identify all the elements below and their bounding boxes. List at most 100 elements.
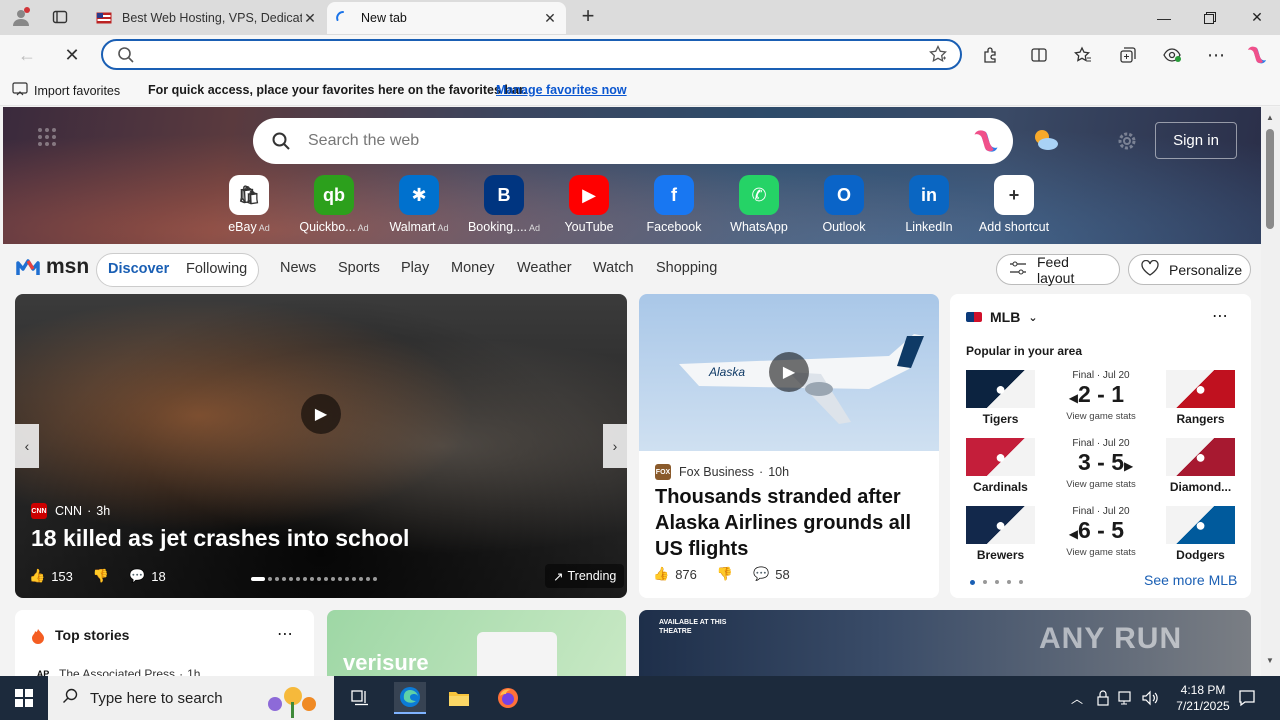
nav-watch[interactable]: Watch — [593, 260, 634, 276]
shortcut-tile[interactable]: qb Quickbo... Ad — [289, 175, 379, 234]
msn-logo[interactable]: msn — [16, 255, 89, 279]
game-row[interactable]: ●TigersFinal · Jul 20◀2 - 1▶View game st… — [966, 370, 1235, 428]
away-team[interactable]: ● Diamond... — [1166, 438, 1235, 496]
volume-icon[interactable] — [1142, 690, 1160, 709]
web-search-box[interactable]: Search the web — [253, 118, 1013, 164]
manage-favorites-link[interactable]: Manage favorites now — [496, 83, 627, 97]
nav-shopping[interactable]: Shopping — [656, 260, 717, 276]
home-team[interactable]: ● Cardinals — [966, 438, 1035, 496]
view-game-stats-link[interactable]: View game stats — [1038, 479, 1164, 490]
comment-icon[interactable]: 💬 — [129, 568, 145, 584]
stop-loading-icon[interactable]: ✕ — [57, 40, 87, 70]
import-favorites-button[interactable]: Import favorites — [12, 82, 120, 99]
game-score[interactable]: Final · Jul 20◀2 - 1▶View game stats — [1038, 370, 1164, 422]
like-icon[interactable]: 👍 — [653, 566, 669, 582]
theatre-story-card[interactable]: AVAILABLE AT THIS THEATRE ANY RUN — [639, 610, 1251, 676]
scroll-down-icon[interactable]: ▼ — [1266, 656, 1274, 665]
nav-weather[interactable]: Weather — [517, 260, 572, 276]
game-row[interactable]: ●BrewersFinal · Jul 20◀6 - 5▶View game s… — [966, 506, 1235, 564]
feed-layout-button[interactable]: Feed layout — [996, 254, 1120, 286]
game-score[interactable]: Final · Jul 20◀6 - 5▶View game stats — [1038, 506, 1164, 558]
firefox-icon[interactable] — [492, 682, 524, 714]
tab-hosting[interactable]: Best Web Hosting, VPS, Dedicate ✕ — [88, 2, 326, 34]
vertical-scrollbar[interactable]: ▲ ▼ — [1261, 107, 1280, 676]
play-icon[interactable]: ▶ — [301, 394, 341, 434]
collections-icon[interactable] — [1114, 41, 1142, 69]
back-icon[interactable]: ← — [12, 40, 42, 70]
minimize-icon[interactable]: — — [1141, 0, 1187, 35]
more-options-icon[interactable]: ⋯ — [1212, 306, 1228, 326]
taskbar-clock[interactable]: 4:18 PM 7/21/2025 — [1168, 682, 1238, 714]
mlb-carousel-dots[interactable] — [970, 580, 1023, 585]
previous-arrow-icon[interactable]: ‹ — [15, 424, 39, 468]
copilot-icon[interactable] — [1243, 41, 1271, 69]
weather-icon[interactable] — [1031, 128, 1059, 155]
see-more-mlb-link[interactable]: See more MLB — [1144, 572, 1237, 588]
home-team[interactable]: ● Brewers — [966, 506, 1035, 564]
close-tab-icon[interactable]: ✕ — [302, 10, 318, 27]
like-icon[interactable]: 👍 — [29, 568, 45, 584]
game-row[interactable]: ●CardinalsFinal · Jul 20◀3 - 5▶View game… — [966, 438, 1235, 496]
next-arrow-icon[interactable]: › — [603, 424, 627, 468]
story-headline[interactable]: Thousands stranded after Alaska Airlines… — [655, 484, 925, 562]
more-options-icon[interactable]: ⋯ — [277, 624, 293, 644]
tab-following[interactable]: Following — [186, 261, 247, 277]
alaska-story-card[interactable]: Alaska ▶ FOX Fox Business · 10h Thousand… — [639, 294, 939, 598]
scroll-thumb[interactable] — [1266, 129, 1274, 229]
scroll-up-icon[interactable]: ▲ — [1266, 113, 1274, 122]
nav-sports[interactable]: Sports — [338, 260, 380, 276]
story-headline[interactable]: 18 killed as jet crashes into school — [31, 525, 409, 552]
extensions-icon[interactable] — [977, 41, 1005, 69]
browser-essentials-icon[interactable] — [1158, 41, 1186, 69]
nav-money[interactable]: Money — [451, 260, 495, 276]
personalize-button[interactable]: Personalize — [1128, 254, 1251, 285]
close-tab-icon[interactable]: ✕ — [542, 10, 558, 27]
network-icon[interactable] — [1118, 690, 1134, 709]
view-game-stats-link[interactable]: View game stats — [1038, 411, 1164, 422]
new-tab-button[interactable]: + — [576, 4, 600, 30]
address-bar[interactable] — [101, 39, 962, 70]
shortcut-tile[interactable]: in LinkedIn — [884, 175, 974, 234]
carousel-dots[interactable] — [251, 577, 377, 581]
nav-play[interactable]: Play — [401, 260, 429, 276]
away-team[interactable]: ● Dodgers — [1166, 506, 1235, 564]
shortcut-tile[interactable]: ✱ Walmart Ad — [374, 175, 464, 234]
home-team[interactable]: ● Tigers — [966, 370, 1035, 428]
shortcut-tile[interactable]: 🛍 eBay Ad — [204, 175, 294, 234]
play-icon[interactable]: ▶ — [769, 352, 809, 392]
tab-actions-icon[interactable] — [45, 4, 75, 30]
copilot-icon[interactable] — [971, 127, 1001, 158]
favorites-icon[interactable] — [1069, 41, 1097, 69]
shortcut-tile[interactable]: + Add shortcut — [969, 175, 1059, 234]
settings-gear-icon[interactable] — [1116, 130, 1138, 155]
taskbar-search-box[interactable]: Type here to search — [48, 676, 334, 720]
dislike-icon[interactable]: 👎 — [93, 568, 109, 584]
split-screen-icon[interactable] — [1025, 41, 1053, 69]
shortcut-tile[interactable]: O Outlook — [799, 175, 889, 234]
security-icon[interactable] — [1096, 690, 1110, 709]
shortcut-tile[interactable]: ✆ WhatsApp — [714, 175, 804, 234]
apps-grid-icon[interactable] — [37, 127, 57, 150]
shortcut-tile[interactable]: B Booking.... Ad — [459, 175, 549, 234]
shortcut-tile[interactable]: ▶ YouTube — [544, 175, 634, 234]
more-menu-icon[interactable]: ⋯ — [1202, 41, 1230, 69]
verisure-ad-card[interactable]: verisure — [327, 610, 626, 676]
address-input[interactable] — [149, 45, 909, 65]
task-view-icon[interactable] — [344, 682, 376, 714]
comment-icon[interactable]: 💬 — [753, 566, 769, 582]
tab-new-tab[interactable]: New tab ✕ — [327, 2, 566, 34]
edge-taskbar-icon[interactable] — [394, 682, 426, 714]
tab-discover[interactable]: Discover — [108, 261, 169, 277]
notifications-icon[interactable] — [1238, 689, 1256, 710]
shortcut-tile[interactable]: f Facebook — [629, 175, 719, 234]
profile-icon[interactable] — [6, 4, 36, 30]
file-explorer-icon[interactable] — [443, 682, 475, 714]
game-score[interactable]: Final · Jul 20◀3 - 5▶View game stats — [1038, 438, 1164, 490]
dislike-icon[interactable]: 👎 — [717, 566, 733, 582]
close-window-icon[interactable]: ✕ — [1234, 0, 1280, 35]
mlb-header[interactable]: MLB ⌄ — [966, 309, 1038, 325]
featured-story-card[interactable]: ▶ ‹ › CNN CNN · 3h 18 killed as jet cras… — [15, 294, 627, 598]
sign-in-button[interactable]: Sign in — [1155, 122, 1237, 159]
favorite-star-icon[interactable] — [929, 44, 947, 66]
restore-icon[interactable] — [1187, 0, 1233, 35]
